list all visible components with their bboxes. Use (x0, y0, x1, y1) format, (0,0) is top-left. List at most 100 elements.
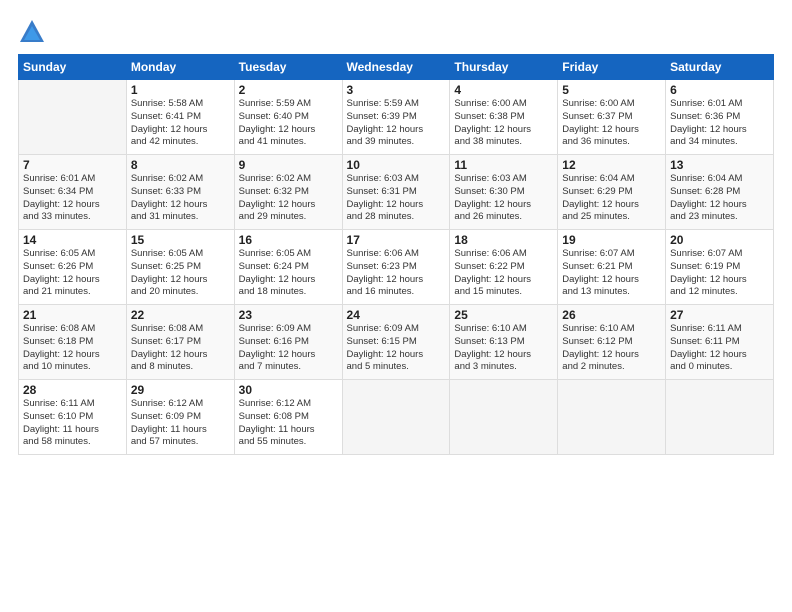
calendar-cell: 29Sunrise: 6:12 AM Sunset: 6:09 PM Dayli… (126, 380, 234, 455)
day-info: Sunrise: 6:05 AM Sunset: 6:25 PM Dayligh… (131, 248, 230, 299)
day-header: Sunday (19, 55, 127, 80)
day-number: 3 (347, 83, 446, 97)
day-number: 19 (562, 233, 661, 247)
calendar-cell: 14Sunrise: 6:05 AM Sunset: 6:26 PM Dayli… (19, 230, 127, 305)
day-info: Sunrise: 6:06 AM Sunset: 6:22 PM Dayligh… (454, 248, 553, 299)
day-number: 6 (670, 83, 769, 97)
day-number: 25 (454, 308, 553, 322)
calendar-cell (342, 380, 450, 455)
day-info: Sunrise: 6:02 AM Sunset: 6:32 PM Dayligh… (239, 173, 338, 224)
day-number: 11 (454, 158, 553, 172)
day-header: Monday (126, 55, 234, 80)
day-header: Thursday (450, 55, 558, 80)
day-info: Sunrise: 6:08 AM Sunset: 6:18 PM Dayligh… (23, 323, 122, 374)
day-info: Sunrise: 6:01 AM Sunset: 6:34 PM Dayligh… (23, 173, 122, 224)
day-number: 15 (131, 233, 230, 247)
calendar-cell: 17Sunrise: 6:06 AM Sunset: 6:23 PM Dayli… (342, 230, 450, 305)
day-info: Sunrise: 5:59 AM Sunset: 6:39 PM Dayligh… (347, 98, 446, 149)
day-number: 8 (131, 158, 230, 172)
day-number: 10 (347, 158, 446, 172)
day-number: 7 (23, 158, 122, 172)
calendar-cell: 10Sunrise: 6:03 AM Sunset: 6:31 PM Dayli… (342, 155, 450, 230)
day-info: Sunrise: 6:11 AM Sunset: 6:10 PM Dayligh… (23, 398, 122, 449)
calendar-cell: 11Sunrise: 6:03 AM Sunset: 6:30 PM Dayli… (450, 155, 558, 230)
day-header: Tuesday (234, 55, 342, 80)
day-info: Sunrise: 6:00 AM Sunset: 6:38 PM Dayligh… (454, 98, 553, 149)
day-info: Sunrise: 6:09 AM Sunset: 6:15 PM Dayligh… (347, 323, 446, 374)
calendar-cell: 22Sunrise: 6:08 AM Sunset: 6:17 PM Dayli… (126, 305, 234, 380)
day-info: Sunrise: 6:09 AM Sunset: 6:16 PM Dayligh… (239, 323, 338, 374)
calendar-cell: 27Sunrise: 6:11 AM Sunset: 6:11 PM Dayli… (666, 305, 774, 380)
day-header: Wednesday (342, 55, 450, 80)
day-info: Sunrise: 6:05 AM Sunset: 6:24 PM Dayligh… (239, 248, 338, 299)
day-info: Sunrise: 6:03 AM Sunset: 6:30 PM Dayligh… (454, 173, 553, 224)
day-number: 18 (454, 233, 553, 247)
day-number: 2 (239, 83, 338, 97)
day-info: Sunrise: 6:12 AM Sunset: 6:08 PM Dayligh… (239, 398, 338, 449)
day-number: 22 (131, 308, 230, 322)
calendar-cell (666, 380, 774, 455)
day-header: Friday (558, 55, 666, 80)
day-number: 12 (562, 158, 661, 172)
day-number: 9 (239, 158, 338, 172)
day-info: Sunrise: 6:04 AM Sunset: 6:28 PM Dayligh… (670, 173, 769, 224)
day-number: 14 (23, 233, 122, 247)
day-info: Sunrise: 6:10 AM Sunset: 6:13 PM Dayligh… (454, 323, 553, 374)
calendar-cell: 3Sunrise: 5:59 AM Sunset: 6:39 PM Daylig… (342, 80, 450, 155)
day-number: 4 (454, 83, 553, 97)
day-info: Sunrise: 6:07 AM Sunset: 6:19 PM Dayligh… (670, 248, 769, 299)
calendar-header-row: SundayMondayTuesdayWednesdayThursdayFrid… (19, 55, 774, 80)
calendar-cell (19, 80, 127, 155)
calendar-cell: 13Sunrise: 6:04 AM Sunset: 6:28 PM Dayli… (666, 155, 774, 230)
day-number: 24 (347, 308, 446, 322)
calendar-cell: 25Sunrise: 6:10 AM Sunset: 6:13 PM Dayli… (450, 305, 558, 380)
day-info: Sunrise: 6:12 AM Sunset: 6:09 PM Dayligh… (131, 398, 230, 449)
calendar-cell: 15Sunrise: 6:05 AM Sunset: 6:25 PM Dayli… (126, 230, 234, 305)
calendar-cell: 21Sunrise: 6:08 AM Sunset: 6:18 PM Dayli… (19, 305, 127, 380)
day-info: Sunrise: 6:00 AM Sunset: 6:37 PM Dayligh… (562, 98, 661, 149)
day-info: Sunrise: 6:06 AM Sunset: 6:23 PM Dayligh… (347, 248, 446, 299)
day-info: Sunrise: 5:58 AM Sunset: 6:41 PM Dayligh… (131, 98, 230, 149)
day-info: Sunrise: 6:10 AM Sunset: 6:12 PM Dayligh… (562, 323, 661, 374)
calendar-cell: 6Sunrise: 6:01 AM Sunset: 6:36 PM Daylig… (666, 80, 774, 155)
logo-icon (18, 18, 46, 46)
calendar-cell: 4Sunrise: 6:00 AM Sunset: 6:38 PM Daylig… (450, 80, 558, 155)
header (18, 18, 774, 46)
calendar-cell (558, 380, 666, 455)
day-info: Sunrise: 6:08 AM Sunset: 6:17 PM Dayligh… (131, 323, 230, 374)
calendar-cell (450, 380, 558, 455)
calendar-cell: 23Sunrise: 6:09 AM Sunset: 6:16 PM Dayli… (234, 305, 342, 380)
calendar-cell: 9Sunrise: 6:02 AM Sunset: 6:32 PM Daylig… (234, 155, 342, 230)
calendar-cell: 26Sunrise: 6:10 AM Sunset: 6:12 PM Dayli… (558, 305, 666, 380)
day-number: 5 (562, 83, 661, 97)
calendar-cell: 7Sunrise: 6:01 AM Sunset: 6:34 PM Daylig… (19, 155, 127, 230)
calendar-cell: 5Sunrise: 6:00 AM Sunset: 6:37 PM Daylig… (558, 80, 666, 155)
day-number: 28 (23, 383, 122, 397)
calendar-cell: 1Sunrise: 5:58 AM Sunset: 6:41 PM Daylig… (126, 80, 234, 155)
day-number: 23 (239, 308, 338, 322)
page: SundayMondayTuesdayWednesdayThursdayFrid… (0, 0, 792, 612)
day-header: Saturday (666, 55, 774, 80)
day-number: 17 (347, 233, 446, 247)
day-number: 20 (670, 233, 769, 247)
day-number: 27 (670, 308, 769, 322)
day-number: 30 (239, 383, 338, 397)
calendar-cell: 28Sunrise: 6:11 AM Sunset: 6:10 PM Dayli… (19, 380, 127, 455)
calendar-cell: 20Sunrise: 6:07 AM Sunset: 6:19 PM Dayli… (666, 230, 774, 305)
day-number: 16 (239, 233, 338, 247)
day-info: Sunrise: 6:04 AM Sunset: 6:29 PM Dayligh… (562, 173, 661, 224)
day-number: 26 (562, 308, 661, 322)
day-number: 29 (131, 383, 230, 397)
calendar: SundayMondayTuesdayWednesdayThursdayFrid… (18, 54, 774, 455)
calendar-cell: 30Sunrise: 6:12 AM Sunset: 6:08 PM Dayli… (234, 380, 342, 455)
day-info: Sunrise: 6:07 AM Sunset: 6:21 PM Dayligh… (562, 248, 661, 299)
day-number: 21 (23, 308, 122, 322)
day-info: Sunrise: 6:01 AM Sunset: 6:36 PM Dayligh… (670, 98, 769, 149)
logo (18, 18, 50, 46)
calendar-cell: 16Sunrise: 6:05 AM Sunset: 6:24 PM Dayli… (234, 230, 342, 305)
calendar-cell: 24Sunrise: 6:09 AM Sunset: 6:15 PM Dayli… (342, 305, 450, 380)
calendar-cell: 19Sunrise: 6:07 AM Sunset: 6:21 PM Dayli… (558, 230, 666, 305)
day-info: Sunrise: 6:03 AM Sunset: 6:31 PM Dayligh… (347, 173, 446, 224)
calendar-cell: 12Sunrise: 6:04 AM Sunset: 6:29 PM Dayli… (558, 155, 666, 230)
day-info: Sunrise: 6:02 AM Sunset: 6:33 PM Dayligh… (131, 173, 230, 224)
